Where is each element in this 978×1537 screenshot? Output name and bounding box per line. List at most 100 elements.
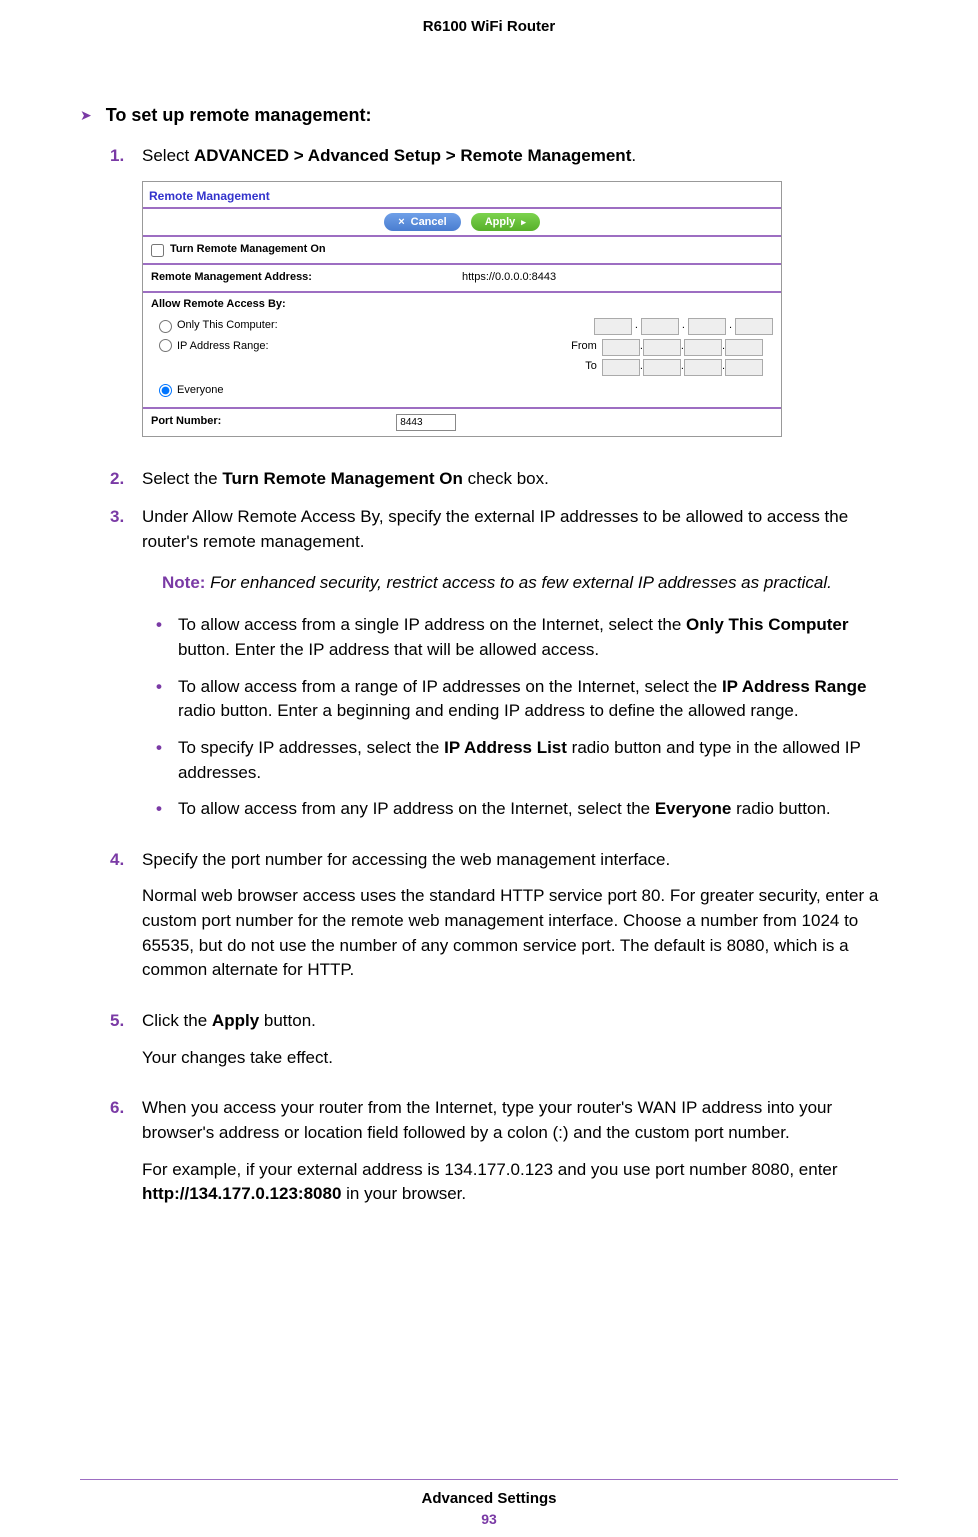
ip-octet-input[interactable]: [602, 339, 640, 356]
step-5-line2: Your changes take effect.: [142, 1046, 898, 1071]
ip-range-radio[interactable]: [159, 339, 172, 352]
ip-octet-input[interactable]: [602, 359, 640, 376]
procedure-heading: ➤ To set up remote management:: [80, 105, 898, 126]
everyone-row: Everyone: [151, 381, 773, 401]
step-number: 2.: [110, 467, 130, 492]
panel-title: Remote Management: [143, 182, 781, 209]
step-number: 3.: [110, 505, 130, 833]
proc-arrow-icon: ➤: [80, 107, 92, 124]
step-5-bold: Apply: [212, 1011, 259, 1030]
step-6-line2b: in your browser.: [341, 1184, 466, 1203]
address-value: https://0.0.0.0:8443: [462, 270, 556, 286]
step-5: 5. Click the Apply button. Your changes …: [110, 1009, 898, 1082]
step-5-b: button.: [259, 1011, 316, 1030]
bullet-2-b: radio button. Enter a beginning and endi…: [178, 701, 799, 720]
ip-octet-input[interactable]: [688, 318, 726, 335]
turn-on-label: Turn Remote Management On: [170, 242, 326, 258]
ip-octet-input[interactable]: [594, 318, 632, 335]
step-1-path: ADVANCED > Advanced Setup > Remote Manag…: [194, 146, 631, 165]
panel-toolbar: × Cancel Apply ▸: [143, 209, 781, 237]
ip-range-row: IP Address Range: From . . .: [151, 337, 773, 381]
only-this-row: Only This Computer: . . .: [151, 316, 773, 337]
apply-label: Apply: [485, 216, 516, 228]
bullet-1-bold: Only This Computer: [686, 615, 848, 634]
step-1: 1. Select ADVANCED > Advanced Setup > Re…: [110, 144, 898, 453]
port-label: Port Number:: [151, 414, 221, 430]
page-header: R6100 WiFi Router: [0, 0, 978, 35]
bullet-icon: •: [156, 613, 162, 662]
step-1-text-b: .: [631, 146, 636, 165]
cancel-button[interactable]: × Cancel: [384, 213, 461, 231]
footer-page-number: 93: [80, 1511, 898, 1527]
everyone-radio[interactable]: [159, 384, 172, 397]
bullet-1-a: To allow access from a single IP address…: [178, 615, 686, 634]
step-2-bold: Turn Remote Management On: [222, 469, 463, 488]
step-6-line1: When you access your router from the Int…: [142, 1096, 898, 1145]
ip-octet-input[interactable]: [735, 318, 773, 335]
close-icon: ×: [398, 216, 404, 228]
step-5-a: Click the: [142, 1011, 212, 1030]
bullet-icon: •: [156, 675, 162, 724]
step-4-line2: Normal web browser access uses the stand…: [142, 884, 898, 983]
screenshot-panel: Remote Management × Cancel Apply ▸: [142, 181, 782, 437]
ip-octet-input[interactable]: [643, 339, 681, 356]
step-2: 2. Select the Turn Remote Management On …: [110, 467, 898, 492]
step-4-line1: Specify the port number for accessing th…: [142, 848, 898, 873]
step-3: 3. Under Allow Remote Access By, specify…: [110, 505, 898, 833]
step-number: 4.: [110, 848, 130, 995]
bullet-4-bold: Everyone: [655, 799, 732, 818]
ip-octet-input[interactable]: [643, 359, 681, 376]
bullet-4-b: radio button.: [731, 799, 830, 818]
step-2-text-a: Select the: [142, 469, 222, 488]
only-this-ip-inputs: . . .: [594, 318, 773, 335]
bullet-1-b: button. Enter the IP address that will b…: [178, 640, 599, 659]
step-4: 4. Specify the port number for accessing…: [110, 848, 898, 995]
only-this-radio[interactable]: [159, 320, 172, 333]
turn-on-row: Turn Remote Management On: [143, 237, 781, 265]
step-number: 6.: [110, 1096, 130, 1219]
ip-octet-input[interactable]: [725, 339, 763, 356]
note-block: Note: For enhanced security, restrict ac…: [162, 571, 898, 596]
bullet-3: • To specify IP addresses, select the IP…: [156, 736, 898, 785]
bullet-3-bold: IP Address List: [444, 738, 567, 757]
bullet-2: • To allow access from a range of IP add…: [156, 675, 898, 724]
step-2-text-b: check box.: [463, 469, 549, 488]
ip-octet-input[interactable]: [684, 359, 722, 376]
step-6: 6. When you access your router from the …: [110, 1096, 898, 1219]
ip-octet-input[interactable]: [725, 359, 763, 376]
note-label: Note:: [162, 573, 210, 592]
from-label: From: [569, 339, 597, 355]
port-input[interactable]: [396, 414, 456, 431]
step-number: 5.: [110, 1009, 130, 1082]
apply-button[interactable]: Apply ▸: [471, 213, 540, 231]
ip-octet-input[interactable]: [684, 339, 722, 356]
proc-title: To set up remote management:: [106, 105, 372, 126]
address-label: Remote Management Address:: [151, 270, 312, 286]
everyone-label: Everyone: [177, 383, 223, 399]
step-1-text-a: Select: [142, 146, 194, 165]
step-number: 1.: [110, 144, 130, 453]
bullet-4: • To allow access from any IP address on…: [156, 797, 898, 822]
step-6-line2a: For example, if your external address is…: [142, 1160, 838, 1179]
ip-octet-input[interactable]: [641, 318, 679, 335]
page-footer: Advanced Settings 93: [80, 1479, 898, 1527]
bullet-1: • To allow access from a single IP addre…: [156, 613, 898, 662]
bullet-3-a: To specify IP addresses, select the: [178, 738, 444, 757]
bullet-icon: •: [156, 797, 162, 822]
play-icon: ▸: [521, 217, 526, 228]
port-row: Port Number:: [143, 409, 781, 436]
step-6-bold: http://134.177.0.123:8080: [142, 1184, 341, 1203]
ip-range-label: IP Address Range:: [177, 339, 269, 355]
only-this-label: Only This Computer:: [177, 318, 278, 334]
bullet-2-a: To allow access from a range of IP addre…: [178, 677, 722, 696]
turn-on-checkbox[interactable]: [151, 244, 164, 257]
bullet-4-a: To allow access from any IP address on t…: [178, 799, 655, 818]
step-3-text: Under Allow Remote Access By, specify th…: [142, 505, 898, 554]
bullet-icon: •: [156, 736, 162, 785]
cancel-label: Cancel: [411, 216, 447, 228]
allow-section: Allow Remote Access By: Only This Comput…: [143, 293, 781, 409]
note-text: For enhanced security, restrict access t…: [210, 573, 832, 592]
footer-title: Advanced Settings: [80, 1490, 898, 1507]
address-row: Remote Management Address: https://0.0.0…: [143, 265, 781, 293]
allow-label: Allow Remote Access By:: [151, 297, 773, 313]
